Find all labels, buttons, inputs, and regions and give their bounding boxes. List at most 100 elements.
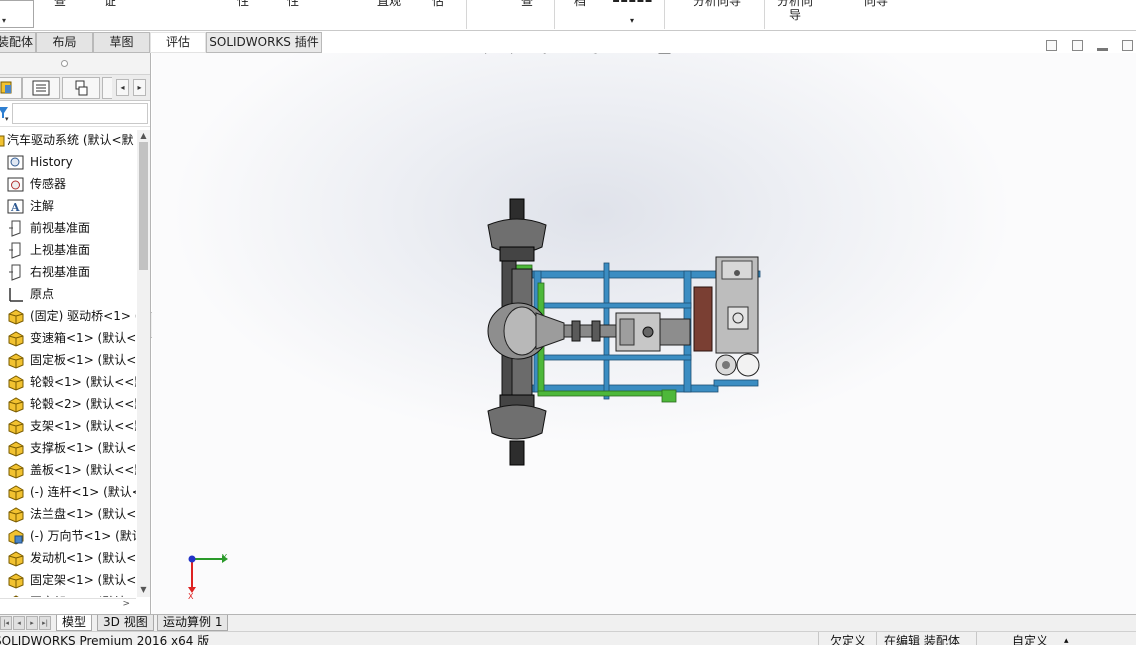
view-orientation-icon[interactable] [616, 53, 634, 55]
scroll-right-arrow[interactable]: > [122, 599, 130, 609]
history-icon [7, 155, 24, 170]
tile-left-button[interactable] [1046, 40, 1057, 51]
ribbon-button[interactable]: 性 [287, 0, 299, 8]
tab-more[interactable] [102, 77, 112, 99]
tile-right-button[interactable] [1072, 40, 1083, 51]
edit-appearance-icon[interactable] [736, 53, 754, 55]
scroll-down-arrow[interactable]: ▼ [138, 584, 149, 595]
hide-show-items-icon[interactable] [696, 53, 714, 55]
tree-item[interactable]: (-) 连杆<1> (默认< [0, 481, 136, 503]
ribbon-button[interactable]: 估 [432, 0, 444, 8]
restore-button[interactable] [1122, 40, 1133, 51]
tab-propertymanager[interactable] [22, 77, 60, 99]
tree-item[interactable]: 支撑板<1> (默认<< [0, 437, 136, 459]
tree-item[interactable]: 发动机<1> (默认<< [0, 547, 136, 569]
ribbon-button[interactable]: 向导 [864, 0, 888, 8]
tree-item[interactable]: 盖板<1> (默认<<默 [0, 459, 136, 481]
zoom-to-area-icon[interactable] [510, 53, 528, 55]
tab-layout[interactable]: 布局 [36, 32, 93, 53]
dynamic-annotation-icon[interactable] [588, 53, 606, 55]
tab-featuremanager[interactable] [0, 77, 22, 99]
filter-input[interactable] [12, 103, 148, 124]
tree-item[interactable]: (固定) 驱动桥<1> ( [0, 305, 136, 327]
display-style-icon[interactable] [656, 53, 674, 55]
tree-item[interactable]: 前视基准面 [0, 217, 136, 239]
tree-item[interactable]: 轮毂<2> (默认<<默 [0, 393, 136, 415]
configuration-combo[interactable]: ▾ [0, 0, 34, 28]
flywheel [693, 286, 713, 352]
part-icon [8, 507, 24, 523]
tree-item[interactable]: History [0, 151, 136, 173]
graphics-viewport[interactable]: ▼ ▼ ▼ ▼ ▼ [152, 53, 1136, 614]
ribbon-dropdown-caret[interactable]: ▾ [630, 14, 634, 28]
part-icon [8, 441, 24, 457]
tree-item[interactable]: 固定架<2> (默认< [0, 591, 136, 597]
ribbon-separator [466, 0, 467, 29]
zoom-to-fit-icon[interactable] [484, 53, 502, 55]
ribbon-button-partial[interactable]: ▪▪▪▪▪ [612, 0, 652, 2]
tree-item[interactable]: 上视基准面 [0, 239, 136, 261]
tree-root[interactable]: 汽车驱动系统 (默认<默 [0, 130, 136, 151]
tree-item-label: 支架<1> (默认<<默 [30, 419, 136, 433]
tree-item[interactable]: (-) 万向节<1> (默认 [0, 525, 136, 547]
tree-vertical-scrollbar[interactable]: ▲ ▼ [137, 130, 150, 597]
tree-item[interactable]: 固定板<1> (默认<< [0, 349, 136, 371]
tree-item-label: 注解 [30, 199, 55, 213]
ribbon-button[interactable]: 分析向 导 [777, 0, 813, 22]
minimize-button[interactable] [1097, 48, 1108, 51]
editing-mode: 在编辑 装配体 [884, 634, 960, 645]
last-tab-button[interactable]: ▸| [39, 616, 51, 630]
ribbon-button[interactable]: 直观 [377, 0, 401, 8]
previous-view-icon[interactable] [536, 53, 554, 55]
tab-evaluate[interactable]: 评估 [150, 32, 206, 53]
filter-icon[interactable]: ▾ [0, 105, 12, 121]
tree-item[interactable]: 原点 [0, 283, 136, 305]
tree-item[interactable]: 传感器 [0, 173, 136, 195]
annotation-icon: A [7, 199, 24, 214]
unit-system-caret[interactable]: ▴ [1064, 632, 1069, 645]
tree-item-label: 上视基准面 [30, 243, 91, 257]
apply-scene-icon[interactable] [762, 53, 780, 55]
scroll-up-arrow[interactable]: ▲ [138, 130, 149, 141]
tree-item[interactable]: 右视基准面 [0, 261, 136, 283]
tree-item[interactable]: 轮毂<1> (默认<<默 [0, 371, 136, 393]
tab-3d-view[interactable]: 3D 视图 [97, 615, 154, 631]
view-settings-icon[interactable] [802, 53, 820, 55]
tab-scroll-left[interactable]: ◂ [116, 79, 129, 96]
tab-assembly[interactable]: 装配体 [0, 32, 36, 53]
part-icon [8, 551, 24, 567]
tree-horizontal-scrollbar[interactable]: > [0, 598, 136, 612]
ribbon-button[interactable]: 分析向导 [693, 0, 741, 8]
panel-grip[interactable] [0, 53, 150, 75]
drive-system-assembly-model[interactable] [480, 195, 780, 475]
unit-system[interactable]: 自定义 [1012, 632, 1048, 645]
section-view-icon[interactable] [562, 53, 580, 55]
tree-item[interactable]: A 注解 [0, 195, 136, 217]
first-tab-button[interactable]: |◂ [0, 616, 12, 630]
subassembly-icon [8, 529, 24, 545]
next-tab-button[interactable]: ▸ [26, 616, 38, 630]
tab-sketch[interactable]: 草图 [93, 32, 150, 53]
tree-item-label: (-) 万向节<1> (默认 [30, 529, 136, 543]
ribbon-button[interactable]: 性 [237, 0, 249, 8]
tab-scroll-right[interactable]: ▸ [133, 79, 146, 96]
reference-triad: Y X [188, 553, 228, 601]
tab-motion-study[interactable]: 运动算例 1 [157, 615, 229, 631]
tree-root-label: 汽车驱动系统 (默认<默 [7, 133, 134, 147]
tree-item[interactable]: 固定架<1> (默认<< [0, 569, 136, 591]
tab-configurationmanager[interactable] [62, 77, 100, 99]
ribbon-button[interactable]: 查 [521, 0, 533, 8]
tree-item[interactable]: 法兰盘<1> (默认<< [0, 503, 136, 525]
tree-item[interactable]: 变速箱<1> (默认<< [0, 327, 136, 349]
tree-item[interactable]: 支架<1> (默认<<默 [0, 415, 136, 437]
prev-tab-button[interactable]: ◂ [13, 616, 25, 630]
hub-top [487, 198, 547, 262]
tab-model[interactable]: 模型 [56, 615, 93, 631]
svg-text:A: A [10, 201, 20, 214]
ribbon-button[interactable]: 查 [54, 0, 66, 8]
tab-solidworks-addins[interactable]: SOLIDWORKS 插件 [206, 32, 322, 53]
ribbon-button[interactable]: 证 [104, 0, 116, 8]
scroll-thumb[interactable] [139, 142, 148, 270]
hub-bottom [487, 394, 547, 466]
ribbon-button[interactable]: 档 [574, 0, 586, 8]
